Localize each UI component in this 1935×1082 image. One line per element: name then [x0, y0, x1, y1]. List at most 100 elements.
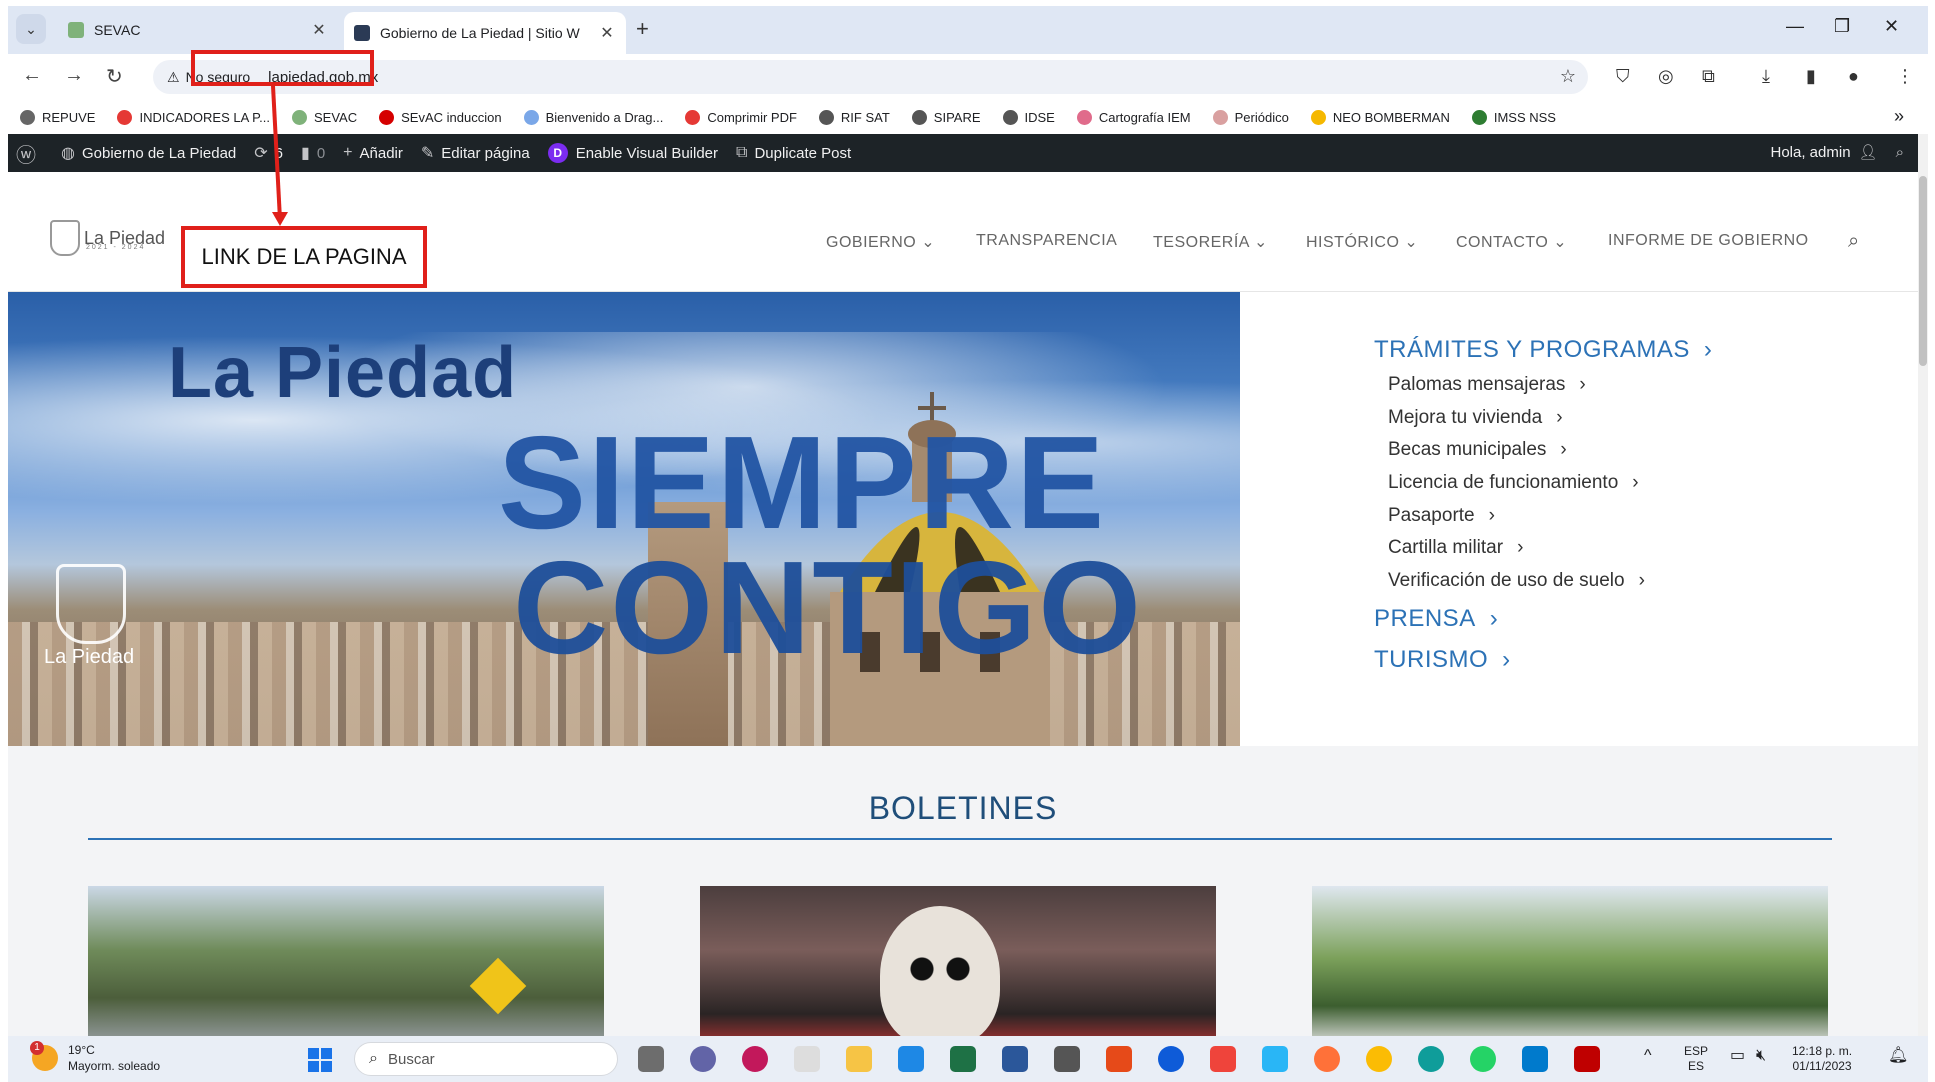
file-explorer-icon[interactable]	[846, 1046, 872, 1072]
back-icon[interactable]: ←	[22, 64, 42, 87]
search-icon: ⌕	[369, 1050, 378, 1067]
boletin-card[interactable]	[1312, 886, 1828, 1046]
tab-sevac[interactable]: SEVAC ✕	[58, 12, 338, 48]
app-white-icon[interactable]	[794, 1046, 820, 1072]
forward-icon[interactable]: →	[64, 64, 84, 87]
teams-icon[interactable]	[690, 1046, 716, 1072]
bookmark-sipare[interactable]: SIPARE	[911, 109, 981, 125]
admin-site-name[interactable]: ◍ Gobierno de La Piedad	[61, 143, 236, 163]
admin-edit-page[interactable]: ✎ Editar página	[421, 143, 530, 163]
nav-contacto[interactable]: CONTACTO ⌄	[1456, 232, 1567, 252]
admin-add-new[interactable]: + Añadir	[343, 144, 403, 162]
site-logo[interactable]: La Piedad 2021 - 2024	[50, 220, 165, 256]
menu-item[interactable]: Palomas mensajeras ›	[1388, 374, 1586, 396]
menu-item[interactable]: Pasaporte ›	[1388, 505, 1495, 527]
language-indicator[interactable]: ESP ES	[1684, 1044, 1708, 1074]
window-close-icon[interactable]: ✕	[1884, 16, 1899, 37]
new-tab-icon[interactable]: +	[636, 16, 649, 42]
bookmark-repuve[interactable]: REPUVE	[20, 109, 95, 125]
bookmark-comprimir-pdf[interactable]: Comprimir PDF	[685, 109, 797, 125]
whatsapp-icon[interactable]	[1470, 1046, 1496, 1072]
search-icon[interactable]: ⌕	[1896, 144, 1904, 161]
menu-item[interactable]: Cartilla militar ›	[1388, 537, 1523, 559]
menu-item[interactable]: Licencia de funcionamiento ›	[1388, 472, 1639, 494]
tab-search-dropdown[interactable]: ⌄	[16, 14, 46, 44]
bookmark-periodico[interactable]: Periódico	[1212, 109, 1289, 125]
bookmark-sevac-induccion[interactable]: SEvAC induccion	[379, 109, 502, 125]
chrome-icon[interactable]	[1366, 1046, 1392, 1072]
firefox-icon[interactable]	[1314, 1046, 1340, 1072]
edge-icon[interactable]	[1418, 1046, 1444, 1072]
updates-icon: ⟳	[254, 145, 268, 162]
anydesk-icon[interactable]	[1210, 1046, 1236, 1072]
teamviewer-icon[interactable]	[1158, 1046, 1184, 1072]
acrobat-icon[interactable]	[1106, 1046, 1132, 1072]
reload-icon[interactable]: ↻	[106, 64, 123, 89]
menu-item[interactable]: Becas municipales ›	[1388, 439, 1567, 461]
more-bookmarks-icon[interactable]: »	[1894, 106, 1904, 127]
menu-prensa[interactable]: PRENSA ›	[1374, 605, 1498, 633]
close-icon[interactable]: ✕	[598, 23, 616, 43]
nav-informe[interactable]: INFORME DE GOBIERNO	[1608, 232, 1809, 250]
bookmark-bienvenido[interactable]: Bienvenido a Drag...	[523, 109, 663, 125]
volume-muted-icon[interactable]: 🔇︎	[1756, 1048, 1766, 1064]
bookmark-indicadores[interactable]: INDICADORES LA P...	[117, 109, 270, 125]
windows-start-icon[interactable]	[308, 1048, 332, 1072]
puzzle-icon[interactable]: ⧉	[1702, 66, 1715, 87]
bookmark-idse[interactable]: IDSE	[1002, 109, 1055, 125]
profile-avatar-icon[interactable]: ●	[1848, 66, 1859, 87]
boletin-card[interactable]	[88, 886, 604, 1046]
nav-gobierno[interactable]: GOBIERNO ⌄	[826, 232, 935, 252]
bookmark-sevac[interactable]: SEVAC	[292, 109, 357, 125]
wp-admin-bar: ⓦ ◍ Gobierno de La Piedad ⟳ 6 ▮ 0 + Añadir ✎…	[8, 134, 1918, 172]
vscode-icon[interactable]	[1522, 1046, 1548, 1072]
extension-icon[interactable]: ◎	[1658, 66, 1674, 87]
taskbar-search[interactable]: ⌕ Buscar	[354, 1042, 618, 1076]
bookmark-imss-nss[interactable]: IMSS NSS	[1471, 109, 1556, 125]
excel-icon[interactable]	[950, 1046, 976, 1072]
tab-gobierno[interactable]: Gobierno de La Piedad | Sitio W ✕	[344, 12, 626, 54]
wordpress-logo[interactable]: ⓦ	[16, 139, 43, 168]
clock[interactable]: 12:18 p. m. 01/11/2023	[1792, 1044, 1852, 1074]
menu-turismo[interactable]: TURISMO ›	[1374, 646, 1511, 674]
boletin-card[interactable]	[700, 886, 1216, 1046]
tray-chevron-up-icon[interactable]: ^	[1644, 1048, 1652, 1064]
nav-tesoreria[interactable]: TESORERÍA ⌄	[1153, 232, 1268, 252]
weather-widget[interactable]: 1 19°C Mayorm. soleado	[30, 1041, 160, 1074]
scrollbar-thumb[interactable]	[1919, 176, 1927, 366]
network-icon[interactable]: ▭	[1730, 1048, 1745, 1064]
drag-icon	[523, 109, 539, 125]
app-pink-icon[interactable]	[742, 1046, 768, 1072]
hero-banner[interactable]: La Piedad SIEMPRE CONTIGO La Piedad	[8, 292, 1240, 746]
nav-transparencia[interactable]: TRANSPARENCIA	[976, 232, 1117, 250]
admin-duplicate-post[interactable]: ⧉ Duplicate Post	[736, 144, 851, 162]
minimize-icon[interactable]: —	[1786, 16, 1804, 37]
close-icon[interactable]: ✕	[310, 20, 328, 40]
site-search-icon[interactable]: ⌕	[1848, 230, 1859, 253]
task-view-icon[interactable]	[638, 1046, 664, 1072]
bookmark-cartografia[interactable]: Cartografía IEM	[1076, 109, 1191, 125]
menu-item[interactable]: Verificación de uso de suelo ›	[1388, 570, 1645, 592]
side-panel-icon[interactable]: ▮	[1806, 66, 1816, 87]
bookmark-rif-sat[interactable]: RIF SAT	[818, 109, 890, 125]
nav-historico[interactable]: HISTÓRICO ⌄	[1306, 232, 1418, 252]
menu-icon[interactable]: ⋮	[1896, 66, 1914, 87]
mail-icon[interactable]	[898, 1046, 924, 1072]
word-icon[interactable]	[1002, 1046, 1028, 1072]
notification-bell-icon[interactable]: 🔔︎	[1888, 1048, 1908, 1064]
bookmark-star-icon[interactable]: ☆	[1560, 66, 1576, 87]
admin-visual-builder[interactable]: D Enable Visual Builder	[547, 143, 718, 163]
notepad-icon[interactable]	[1262, 1046, 1288, 1072]
admin-account[interactable]: Hola, admin 👤︎ ⌕	[1771, 143, 1905, 162]
restore-icon[interactable]: ❐	[1834, 16, 1850, 37]
filezilla-icon[interactable]	[1574, 1046, 1600, 1072]
calculator-icon[interactable]	[1054, 1046, 1080, 1072]
download-icon[interactable]: ⤓	[1762, 66, 1770, 87]
menu-tramites[interactable]: TRÁMITES Y PROGRAMAS ›	[1374, 336, 1712, 364]
chevron-down-icon: ⌄	[1254, 234, 1268, 251]
menu-item[interactable]: Mejora tu vivienda ›	[1388, 407, 1563, 429]
admin-comments[interactable]: ▮ 0	[301, 143, 325, 163]
bookmark-neo-bomberman[interactable]: NEO BOMBERMAN	[1310, 109, 1450, 125]
shield-extension-icon[interactable]: ⛉	[1616, 66, 1630, 87]
duplicate-icon: ⧉	[736, 144, 748, 161]
